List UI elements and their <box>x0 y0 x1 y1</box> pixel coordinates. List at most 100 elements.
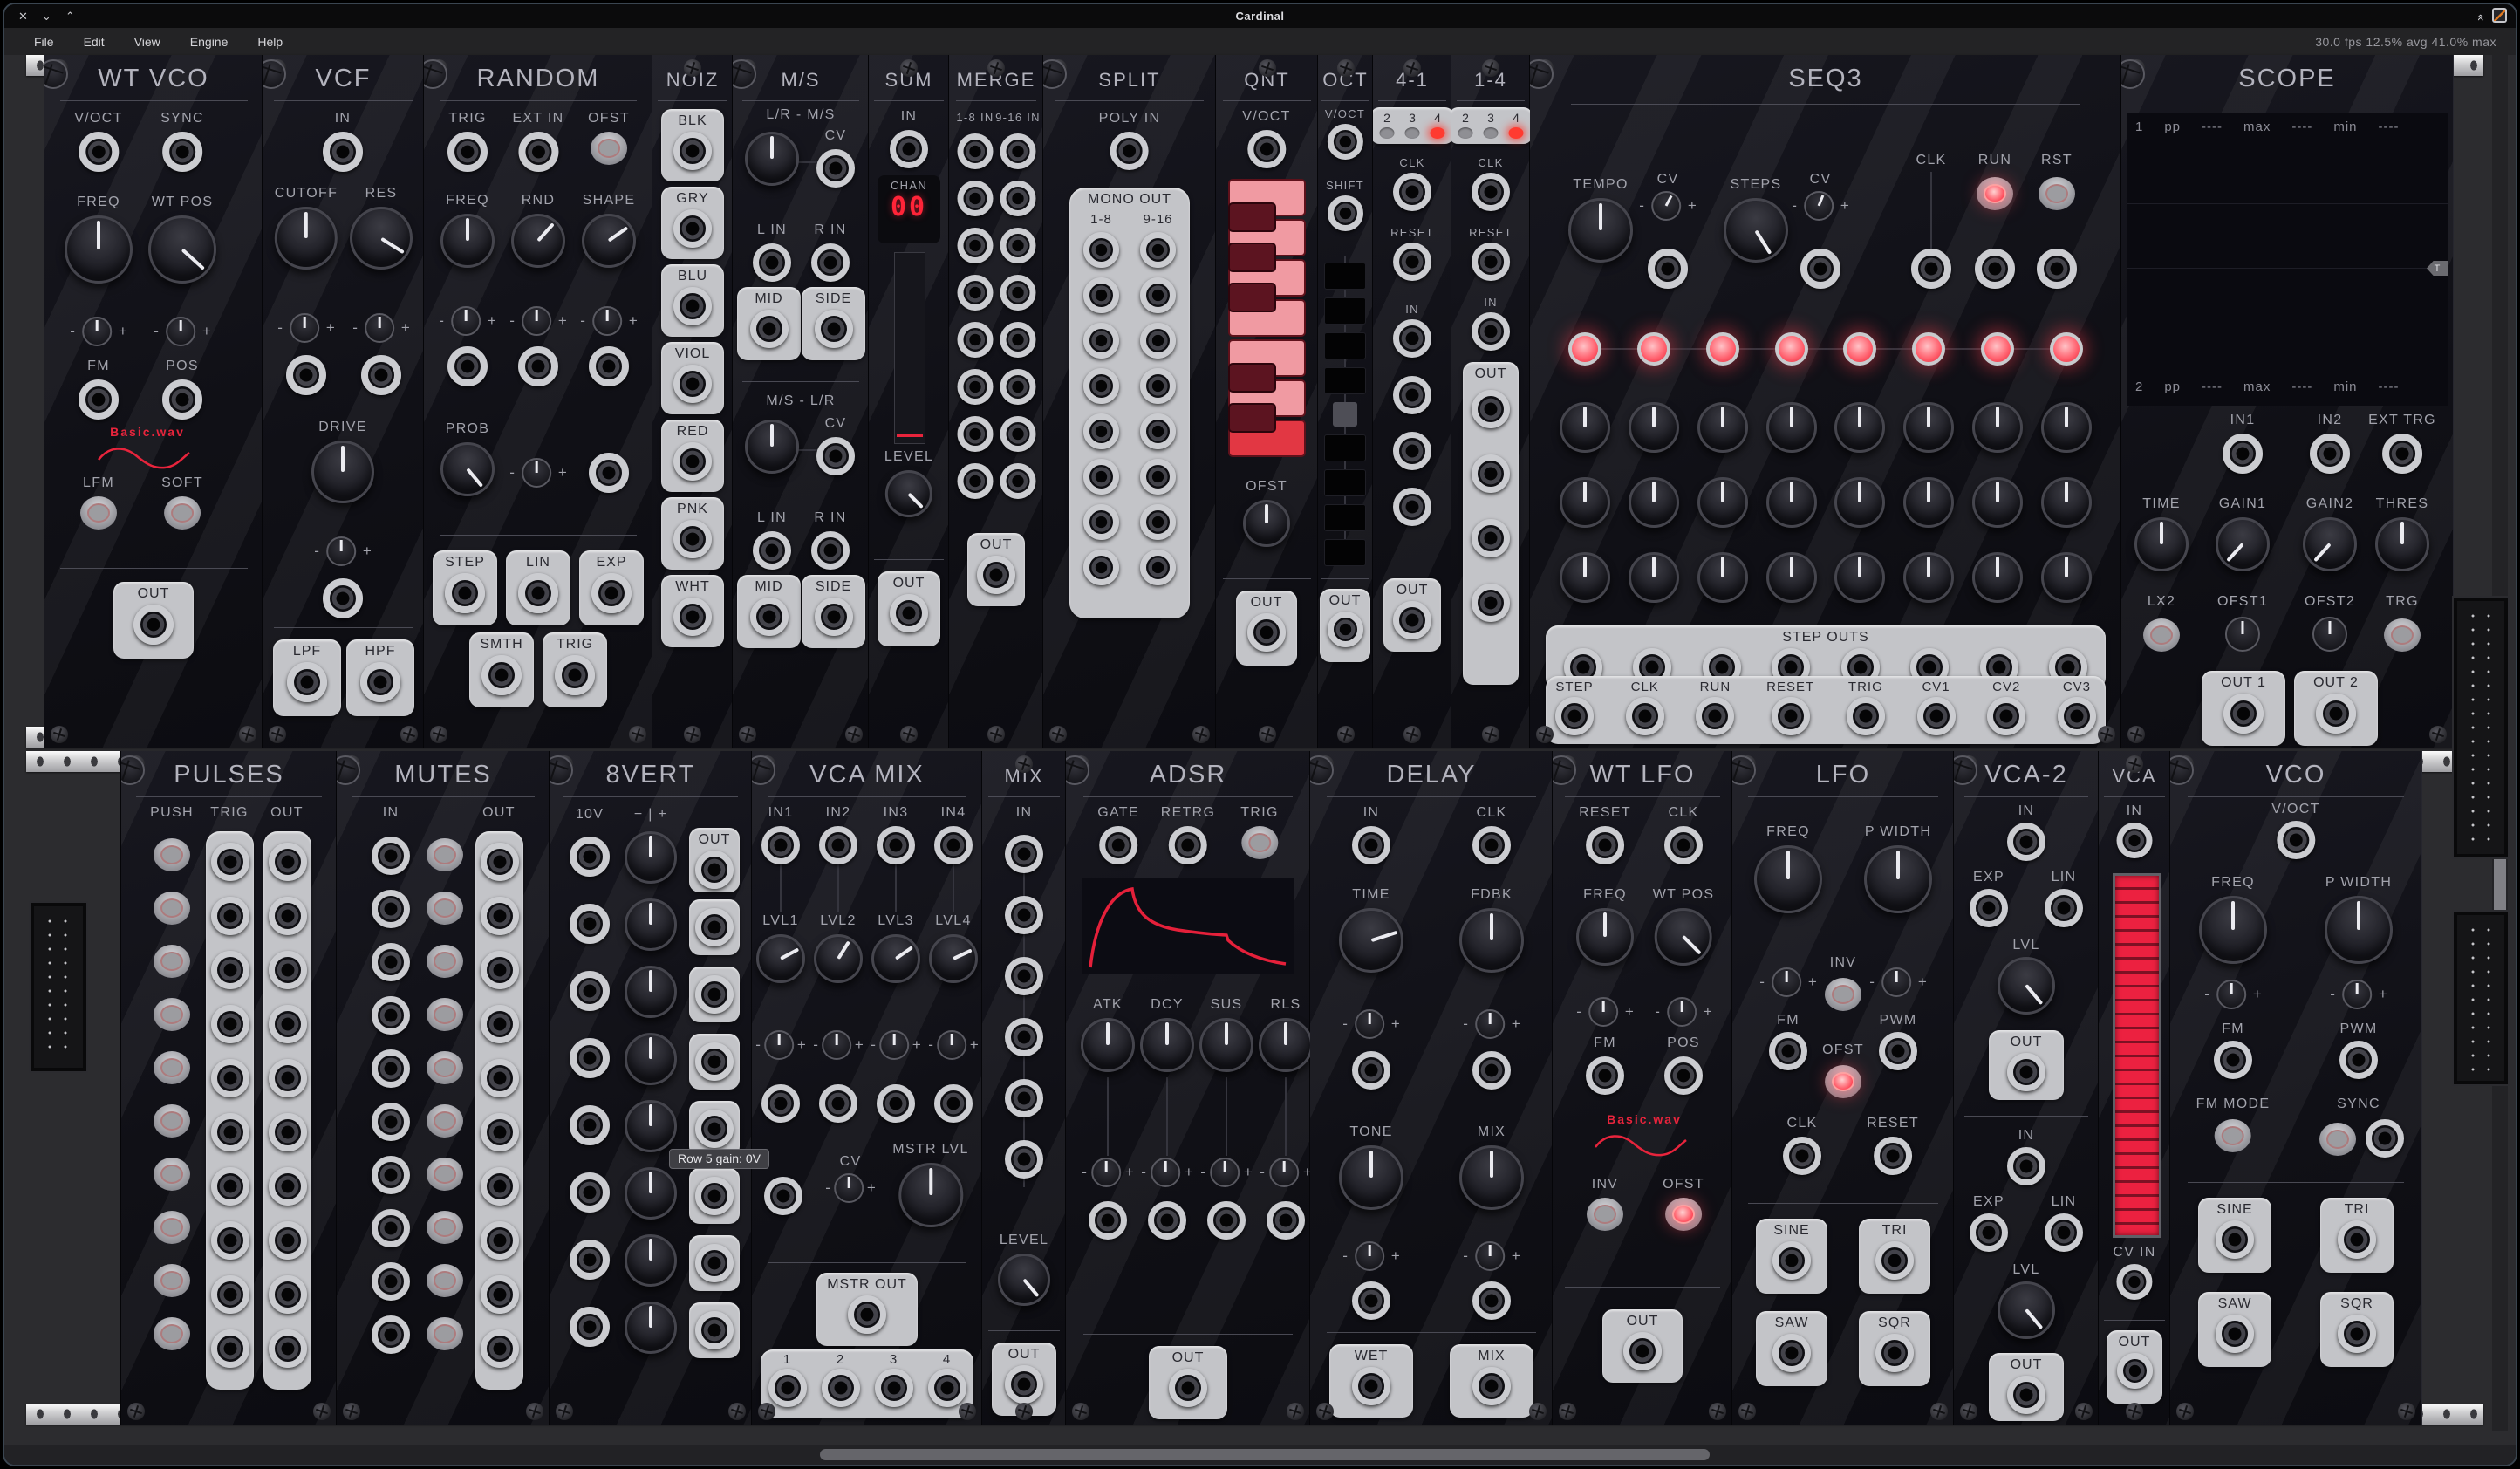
lpf-out-jack[interactable] <box>287 662 327 702</box>
out-jack[interactable] <box>481 1221 519 1260</box>
push-button[interactable] <box>154 998 190 1031</box>
lvl3-knob[interactable] <box>871 934 920 983</box>
freq-cv-trim[interactable] <box>451 306 481 336</box>
ofst-button[interactable] <box>1825 1065 1861 1098</box>
module-1-4[interactable]: 1-4 2 3 4 CLK RESET IN OUT <box>1451 55 1531 748</box>
module-ms[interactable]: M/S L/R - M/S CV L IN R IN MID SIDE M/S … <box>732 55 870 748</box>
wavetable-name[interactable]: Basic.wav <box>110 425 185 439</box>
mix-cv-jack[interactable] <box>1472 1281 1511 1320</box>
out-jack[interactable] <box>1472 584 1510 622</box>
in-jack[interactable] <box>570 1307 610 1347</box>
ofst2-trim[interactable] <box>2312 617 2347 652</box>
in1-jack[interactable] <box>2223 434 2263 474</box>
dcy-cv-trim[interactable] <box>1151 1158 1180 1187</box>
in-jack[interactable] <box>570 971 610 1011</box>
ofst1-trim[interactable] <box>2225 617 2260 652</box>
out-jack[interactable] <box>481 843 519 881</box>
out-jack[interactable] <box>1472 454 1510 493</box>
key-a-sharp[interactable] <box>1228 202 1276 232</box>
out-jack[interactable] <box>269 1275 307 1314</box>
cv2-knob[interactable] <box>1560 477 1610 528</box>
in-jack[interactable] <box>1005 1140 1043 1179</box>
out-jack[interactable] <box>1169 1369 1207 1407</box>
sel-led-3[interactable] <box>1484 127 1499 139</box>
out-jack[interactable] <box>1472 390 1510 428</box>
wtpos-cv-trim[interactable] <box>166 317 195 346</box>
tone-cv-jack[interactable] <box>1352 1281 1390 1320</box>
out-jack[interactable] <box>2007 1376 2045 1414</box>
lvl1-cv-jack[interactable] <box>761 1084 800 1123</box>
out-jack[interactable] <box>269 897 307 935</box>
main-out-jack[interactable] <box>1555 697 1594 735</box>
sine-out-jack[interactable] <box>1772 1241 1811 1280</box>
in-jack[interactable] <box>1005 957 1043 995</box>
module-adsr[interactable]: ADSR GATE RETRG TRIG ATK DCY SUS RLS -+ … <box>1065 751 1311 1425</box>
module-mix[interactable]: MIX IN LEVEL OUT <box>981 751 1067 1425</box>
inv-button[interactable] <box>1825 978 1861 1011</box>
out-jack[interactable] <box>695 1110 734 1148</box>
out-jack[interactable] <box>269 1005 307 1043</box>
channel-out-jack[interactable] <box>822 1369 860 1407</box>
in-jack[interactable] <box>570 837 610 877</box>
clk-jack[interactable] <box>1472 826 1511 864</box>
rls-knob[interactable] <box>1259 1018 1311 1072</box>
out-jack[interactable] <box>481 1275 519 1314</box>
voct-jack[interactable] <box>79 132 119 172</box>
module-pulses[interactable]: PULSES PUSH TRIG OUT <box>120 751 338 1425</box>
module-sum[interactable]: SUM IN CHAN00 LEVEL OUT <box>868 55 950 748</box>
sync-button[interactable] <box>2319 1123 2356 1156</box>
atk-cv-trim[interactable] <box>1091 1158 1121 1187</box>
trig-jack[interactable] <box>447 132 488 172</box>
in-jack[interactable] <box>1472 312 1510 351</box>
merge-in-jack[interactable] <box>958 416 994 452</box>
tempo-cv-jack[interactable] <box>1648 249 1688 289</box>
lvl1-cv-trim[interactable] <box>764 1030 794 1060</box>
in-jack[interactable] <box>2117 823 2153 858</box>
reset-jack[interactable] <box>1472 243 1510 281</box>
rnd-cv-trim[interactable] <box>522 306 551 336</box>
trigger-marker[interactable]: T <box>2427 261 2448 276</box>
in-jack[interactable] <box>372 837 410 875</box>
r-in-jack[interactable] <box>811 243 850 282</box>
module-vca[interactable]: VCA IN CV IN OUT <box>2098 751 2171 1425</box>
in-jack[interactable] <box>372 1103 410 1141</box>
octave-cell[interactable] <box>1324 469 1366 496</box>
res-cv-jack[interactable] <box>361 355 401 395</box>
push-button[interactable] <box>154 1104 190 1138</box>
out2-jack[interactable] <box>2316 694 2356 734</box>
out-jack[interactable] <box>269 1167 307 1206</box>
tone-knob[interactable] <box>1339 1145 1403 1210</box>
trig-jack[interactable] <box>211 1113 249 1151</box>
octave-cell[interactable] <box>1324 504 1366 531</box>
module-8vert[interactable]: 8VERT 10V − | + OUT <box>549 751 753 1425</box>
hpf-out-jack[interactable] <box>360 662 400 702</box>
pos-jack[interactable] <box>162 379 202 420</box>
in-jack[interactable] <box>570 904 610 944</box>
mstr-lvl-knob[interactable] <box>898 1163 963 1227</box>
in-jack[interactable] <box>2007 823 2045 861</box>
trig-jack[interactable] <box>211 1329 249 1368</box>
push-button[interactable] <box>154 1051 190 1084</box>
split-out-jack[interactable] <box>1083 368 1119 404</box>
noise-out-jack[interactable] <box>673 287 712 325</box>
octave-cell[interactable] <box>1324 297 1366 325</box>
gain-knob[interactable] <box>625 1302 677 1354</box>
cv2-knob[interactable] <box>1697 477 1748 528</box>
mix-cv-trim[interactable] <box>1475 1241 1505 1271</box>
push-button[interactable] <box>154 892 190 925</box>
key-g-sharp[interactable] <box>1228 243 1276 272</box>
split-out-jack[interactable] <box>1083 459 1119 495</box>
merge-in-jack[interactable] <box>958 463 994 499</box>
out-jack[interactable] <box>1623 1332 1662 1370</box>
ofst-button[interactable] <box>591 132 627 165</box>
prob-knob[interactable] <box>440 442 495 496</box>
freq-knob[interactable] <box>65 215 133 284</box>
cv2-knob[interactable] <box>2041 477 2092 528</box>
fm-jack[interactable] <box>2214 1041 2252 1079</box>
step-light[interactable] <box>1568 332 1601 366</box>
lvl2-cv-jack[interactable] <box>819 1084 857 1123</box>
dcy-knob[interactable] <box>1140 1018 1194 1072</box>
octave-cell[interactable] <box>1324 367 1366 394</box>
out-jack[interactable] <box>269 1059 307 1097</box>
atk-knob[interactable] <box>1081 1018 1135 1072</box>
